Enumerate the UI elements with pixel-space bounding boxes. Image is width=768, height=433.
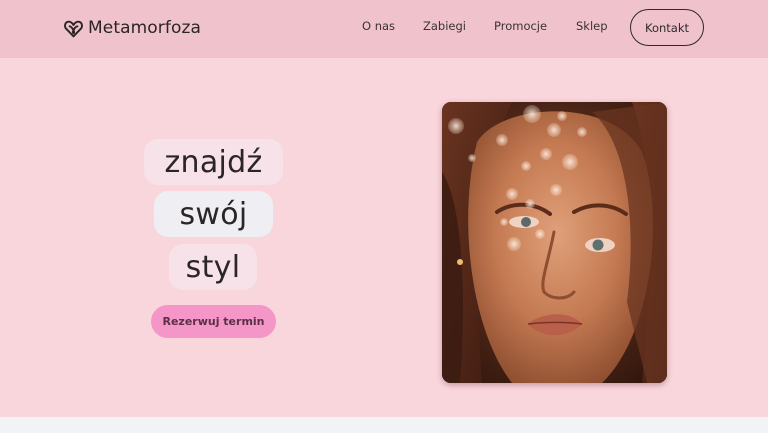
portrait-photo bbox=[442, 102, 667, 383]
hero-word-styl: styl bbox=[169, 244, 257, 290]
nav-link-zabiegi[interactable]: Zabiegi bbox=[423, 19, 466, 33]
nav-link-sklep[interactable]: Sklep bbox=[576, 19, 608, 33]
hero-word-znajdz: znajdź bbox=[144, 139, 283, 185]
logo[interactable]: Metamorfoza bbox=[63, 16, 201, 40]
logo-text: Metamorfoza bbox=[88, 18, 201, 38]
book-appointment-button[interactable]: Rezerwuj termin bbox=[151, 305, 276, 338]
nav-link-promocje[interactable]: Promocje bbox=[494, 19, 547, 33]
nav-link-o-nas[interactable]: O nas bbox=[362, 19, 395, 33]
bottom-band bbox=[0, 417, 768, 433]
contact-button[interactable]: Kontakt bbox=[630, 9, 704, 46]
heart-knot-icon bbox=[63, 18, 84, 39]
hero-word-swoj: swój bbox=[154, 191, 273, 237]
site-header: Metamorfoza O nas Zabiegi Promocje Sklep… bbox=[0, 0, 768, 58]
